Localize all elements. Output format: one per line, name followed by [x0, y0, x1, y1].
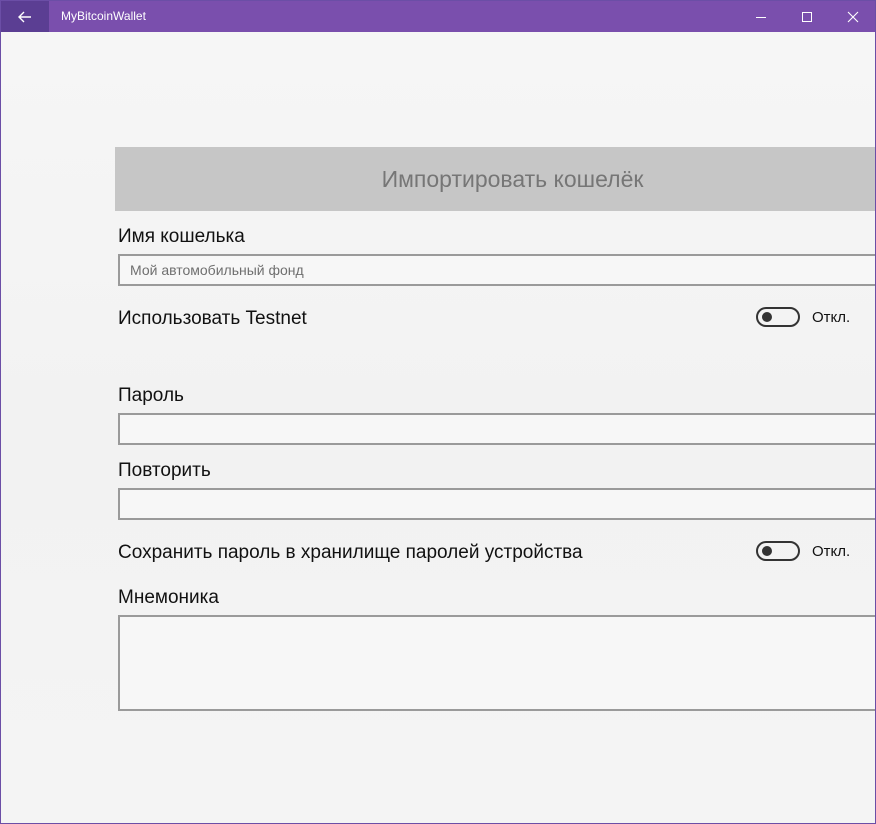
switch-knob	[762, 312, 772, 322]
password-input[interactable]	[118, 413, 875, 445]
app-window: MyBitcoinWallet Импортировать кошелёк Им…	[0, 0, 876, 824]
save-password-switch[interactable]	[756, 541, 800, 561]
testnet-label: Использовать Testnet	[118, 308, 307, 329]
window-title: MyBitcoinWallet	[61, 9, 146, 23]
page-title: Импортировать кошелёк	[381, 165, 644, 192]
wallet-name-label: Имя кошелька	[118, 226, 245, 247]
switch-knob	[762, 546, 772, 556]
back-arrow-icon	[18, 11, 31, 22]
repeat-password-label: Повторить	[118, 460, 211, 481]
close-icon	[847, 11, 859, 22]
maximize-button[interactable]	[784, 1, 830, 32]
minimize-button[interactable]	[738, 1, 784, 32]
save-password-toggle[interactable]: Откл.	[756, 541, 850, 561]
maximize-icon	[802, 11, 812, 22]
testnet-toggle[interactable]: Откл.	[756, 307, 850, 327]
page-content: Импортировать кошелёк Имя кошелька Испол…	[1, 32, 875, 823]
save-password-label: Сохранить пароль в хранилище паролей уст…	[118, 542, 583, 563]
page-header: Импортировать кошелёк	[115, 147, 875, 211]
title-bar: MyBitcoinWallet	[1, 1, 875, 32]
back-button[interactable]	[1, 1, 49, 32]
save-password-state: Откл.	[812, 542, 851, 560]
mnemonic-input[interactable]	[118, 615, 875, 711]
mnemonic-label: Мнемоника	[118, 587, 219, 608]
close-button[interactable]	[830, 1, 875, 32]
minimize-icon	[756, 16, 766, 18]
password-label: Пароль	[118, 385, 184, 406]
testnet-state: Откл.	[812, 308, 851, 326]
wallet-name-input[interactable]	[118, 254, 875, 286]
repeat-password-input[interactable]	[118, 488, 875, 520]
testnet-switch[interactable]	[756, 307, 800, 327]
